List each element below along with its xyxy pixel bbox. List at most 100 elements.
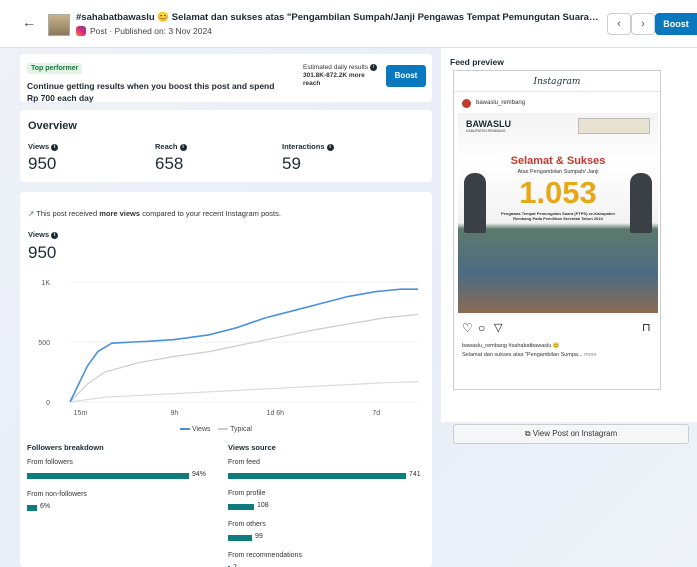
series-line-typical (69, 313, 419, 403)
note-pre: This post received (36, 209, 100, 218)
y-tick-label: 1K (41, 280, 50, 287)
more-link[interactable]: more (584, 352, 597, 358)
views-card: ↗ This post received more views compared… (20, 192, 432, 567)
instagram-icon (76, 26, 86, 36)
row-label: From feed (228, 459, 260, 466)
row-value: 94% (192, 471, 207, 479)
series-line-views (69, 288, 418, 403)
source-row-recommendations: From recommendations 2 (228, 552, 428, 567)
view-post-label: View Post on Instagram (532, 429, 618, 438)
next-post-button[interactable]: › (631, 13, 655, 35)
non-followers-row: From non-followers 6% (27, 491, 222, 516)
x-tick-label: 7d (372, 410, 380, 417)
published-text: Post · Published on: 3 Nov 2024 (90, 26, 212, 36)
person-figure-left (464, 173, 486, 233)
followers-breakdown: Followers breakdown From followers 94% F… (27, 443, 222, 516)
row-label: From non-followers (27, 491, 87, 498)
views-chart: 0 500 1K 15m 9h 1d 6h 7d (38, 280, 419, 417)
row-value: 99 (255, 533, 263, 541)
metric-value: 950 (28, 154, 57, 173)
comment-icon[interactable]: ○ (478, 321, 485, 335)
org-logo-text: BAWASLU (466, 119, 511, 129)
row-value: 741 (409, 471, 421, 479)
followers-row: From followers 94% (27, 459, 222, 484)
overview-title: Overview (28, 120, 77, 132)
boost-header-button[interactable]: Boost (655, 13, 697, 35)
post-thumbnail (48, 14, 70, 36)
post-username: bawaslu_rembang (476, 100, 526, 106)
estimated-value: 301.8K-872.2K more reach (303, 72, 365, 88)
back-arrow-icon[interactable]: ← (20, 13, 38, 31)
bar (228, 535, 252, 542)
boost-button[interactable]: Boost (386, 65, 426, 87)
instagram-post-preview: Instagram bawaslu_rembang BAWASLU KABUPA… (453, 70, 661, 390)
views-label: Views (28, 230, 50, 239)
legend-views-swatch (180, 428, 190, 431)
info-icon[interactable]: i (51, 143, 59, 151)
row-value: 6% (40, 503, 51, 511)
avatar (462, 99, 471, 108)
series-line-baseline (69, 381, 419, 403)
estimated-results: Estimated daily results i 301.8K-872.2K … (303, 64, 383, 88)
poster-number: 1.053 (519, 175, 597, 210)
x-tick-label: 15m (74, 410, 88, 417)
caption-text: Selamat dan sukses atas "Pengambilan Sum… (462, 352, 583, 358)
metric-value: 658 (155, 154, 184, 173)
row-label: From followers (27, 459, 73, 466)
row-label: From others (228, 521, 266, 528)
post-subtitle: Post · Published on: 3 Nov 2024 (76, 26, 212, 36)
legend-typical: Typical (230, 426, 252, 433)
person-figure-right (630, 173, 652, 233)
row-label: From profile (228, 490, 266, 497)
note-bold: more views (99, 209, 141, 218)
performance-note: ↗ This post received more views compared… (28, 209, 281, 218)
top-performer-badge: Top performer (27, 63, 83, 74)
metric-reach: Reach i 658 (155, 142, 187, 174)
source-row-others: From others 99 (228, 521, 428, 546)
source-row-feed: From feed 741 (228, 459, 428, 484)
like-icon[interactable]: ♡ (462, 321, 473, 335)
caption-user: bawaslu_rembang #sahabatbawaslu 😊 (462, 343, 560, 349)
info-icon[interactable]: i (51, 231, 59, 239)
instagram-wordmark: Instagram (533, 77, 581, 87)
bar (27, 505, 37, 512)
trend-up-icon: ↗ (28, 209, 35, 218)
share-icon[interactable]: ▽ (494, 321, 502, 334)
view-post-button[interactable]: ⧉ View Post on Instagram (453, 424, 689, 444)
y-tick-label: 0 (46, 400, 50, 407)
metric-label: Reach (155, 142, 178, 151)
previous-post-button[interactable]: ‹ (607, 13, 631, 35)
info-icon[interactable]: i (179, 143, 187, 151)
x-tick-label: 1d 6h (267, 410, 285, 417)
bar (228, 473, 406, 480)
chart-legend: Views Typical (180, 426, 252, 433)
views-source-title: Views source (228, 443, 276, 452)
views-value: 950 (28, 243, 57, 262)
info-icon[interactable]: i (369, 64, 377, 71)
followers-title: Followers breakdown (27, 443, 104, 452)
views-label-row: Views i (28, 230, 59, 239)
overview-card: Overview Views i 950 Reach i 658 Interac… (20, 110, 432, 182)
y-tick-label: 500 (38, 340, 50, 347)
save-icon[interactable]: ⊓ (642, 321, 651, 334)
metric-label: Views (28, 142, 50, 151)
row-label: From recommendations (228, 552, 302, 559)
estimated-label: Estimated daily results (303, 64, 369, 72)
org-sub: KABUPATEN REMBANG (466, 129, 506, 133)
metric-views: Views i 950 (28, 142, 59, 174)
metric-label: Interactions (282, 142, 325, 151)
views-source: Views source From feed 741 From profile … (228, 443, 428, 567)
post-image: BAWASLU KABUPATEN REMBANG Selamat & Suks… (458, 113, 658, 313)
metric-interactions: Interactions i 59 (282, 142, 334, 174)
poster-body: Pengawas Tempat Pemungutan Suara (PTPS) … (501, 211, 615, 221)
info-icon[interactable]: i (326, 143, 334, 151)
bar (228, 504, 254, 511)
legend-views: Views (191, 426, 211, 433)
row-value: 108 (257, 502, 269, 510)
post-title: #sahabatbawaslu 😊 Selamat dan sukses ata… (76, 12, 601, 23)
feed-preview-title: Feed preview (450, 57, 504, 67)
x-tick-label: 9h (171, 410, 179, 417)
note-post: compared to your recent Instagram posts. (140, 209, 281, 218)
legend-typical-swatch (218, 428, 229, 431)
feed-preview-card: Feed preview Instagram bawaslu_rembang B… (441, 48, 697, 444)
